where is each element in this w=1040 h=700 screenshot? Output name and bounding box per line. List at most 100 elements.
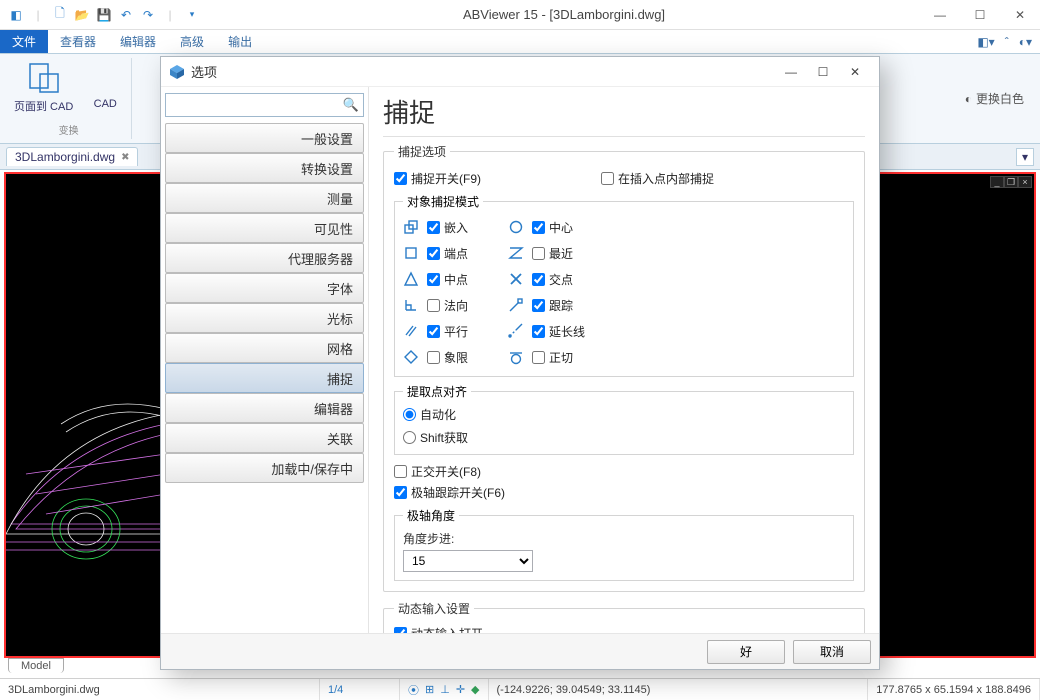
snap-insert-input[interactable] [427,221,440,234]
options-nav-7[interactable]: 网格 [165,333,364,363]
status-tool-dyn-icon[interactable]: ◆ [471,683,479,696]
pick-auto-input[interactable] [403,408,416,421]
options-nav-0[interactable]: 一般设置 [165,123,364,153]
pick-shift-input[interactable] [403,431,416,444]
snap-parallel-checkbox[interactable]: 平行 [427,323,468,340]
snap-intersection-input[interactable] [532,273,545,286]
angle-step-label: 角度步进: [403,530,845,547]
snap-tangent-input[interactable] [532,351,545,364]
document-tab-close-icon[interactable]: ✖ [121,152,129,163]
layout-tab-model[interactable]: Model [8,658,64,673]
snap-extension-checkbox[interactable]: 延长线 [532,323,585,340]
minimize-button[interactable]: — [920,0,960,30]
ok-button[interactable]: 好 [707,640,785,664]
snap-center-checkbox[interactable]: 中心 [532,219,573,236]
dialog-minimize-button[interactable]: — [775,60,807,84]
snap-inside-checkbox[interactable]: 在插入点内部捕捉 [601,170,714,187]
collapse-ribbon-icon[interactable]: ˆ [1005,35,1009,49]
snap-normal-checkbox[interactable]: 法向 [427,297,468,314]
dialog-titlebar: 选项 — ☐ ✕ [161,57,879,87]
snap-nearest-input[interactable] [532,247,545,260]
snap-center-input[interactable] [532,221,545,234]
status-pages[interactable]: 1/4 [320,679,400,700]
app-titlebar: ◧ | 🗋 📂 💾 ↶ ↷ | ▾ ABViewer 15 - [3DLambo… [0,0,1040,30]
dialog-close-button[interactable]: ✕ [839,60,871,84]
snap-quadrant-input[interactable] [427,351,440,364]
save-icon[interactable]: 💾 [94,5,114,25]
dialog-maximize-button[interactable]: ☐ [807,60,839,84]
snap-quadrant-checkbox[interactable]: 象限 [427,349,468,366]
tab-editor[interactable]: 编辑器 [108,30,168,53]
dynamic-input-checkbox[interactable]: 动态输入打开 [394,625,854,633]
dynamic-input-group: 动态输入设置 动态输入打开 标题位置 在左边 [383,600,865,633]
options-nav-5[interactable]: 字体 [165,273,364,303]
snap-midpoint-input[interactable] [427,273,440,286]
snap-parallel-icon [403,323,419,339]
new-file-icon[interactable]: 🗋 [50,5,70,25]
close-button[interactable]: ✕ [1000,0,1040,30]
maximize-button[interactable]: ☐ [960,0,1000,30]
options-search-input[interactable] [170,98,343,112]
options-nav-11[interactable]: 加载中/保存中 [165,453,364,483]
options-nav-8[interactable]: 捕捉 [165,363,364,393]
status-tool-grid-icon[interactable]: ⊞ [425,683,434,696]
snap-tangent-label: 正切 [549,349,573,366]
angle-step-select[interactable]: 15 [403,550,533,572]
appearance-icon[interactable]: ◧▾ [977,35,994,49]
tab-file[interactable]: 文件 [0,30,48,53]
tab-advanced[interactable]: 高级 [168,30,216,53]
status-tool-snap-icon[interactable]: ⦿ [408,682,419,698]
options-nav-6[interactable]: 光标 [165,303,364,333]
viewport-min-icon[interactable]: _ [990,176,1004,188]
snap-nearest-checkbox[interactable]: 最近 [532,245,573,262]
polar-checkbox[interactable]: 极轴跟踪开关(F6) [394,484,854,501]
status-tool-ortho-icon[interactable]: ⊥ [440,683,450,696]
open-file-icon[interactable]: 📂 [72,5,92,25]
options-nav-3[interactable]: 可见性 [165,213,364,243]
tab-viewer[interactable]: 查看器 [48,30,108,53]
options-nav-2[interactable]: 测量 [165,183,364,213]
document-tabs-dropdown[interactable]: ▾ [1016,148,1034,166]
options-nav-9[interactable]: 编辑器 [165,393,364,423]
snap-trace-checkbox[interactable]: 跟踪 [532,297,573,314]
page-to-cad-icon[interactable] [26,60,62,96]
snap-inside-input[interactable] [601,172,614,185]
status-file: 3DLamborgini.dwg [0,679,320,700]
snap-endpoint-checkbox[interactable]: 端点 [427,245,468,262]
status-tool-polar-icon[interactable]: ✛ [456,683,465,696]
swap-color-button[interactable]: ◐ 更换白色 [965,58,1034,139]
redo-icon[interactable]: ↷ [138,5,158,25]
qat-dropdown-icon[interactable]: ▾ [182,5,202,25]
pick-shift-radio[interactable]: Shift获取 [403,429,845,446]
tab-output[interactable]: 输出 [216,30,264,53]
options-nav-10[interactable]: 关联 [165,423,364,453]
pick-auto-radio[interactable]: 自动化 [403,406,845,423]
viewport-max-icon[interactable]: ❐ [1004,176,1018,188]
help-icon[interactable]: ◐▾ [1019,35,1032,49]
options-nav-4[interactable]: 代理服务器 [165,243,364,273]
snap-endpoint-input[interactable] [427,247,440,260]
options-search[interactable]: 🔍 [165,93,364,117]
cancel-button[interactable]: 取消 [793,640,871,664]
document-tab[interactable]: 3DLamborgini.dwg ✖ [6,147,138,166]
snap-switch-input[interactable] [394,172,407,185]
viewport-close-icon[interactable]: × [1018,176,1032,188]
ortho-input[interactable] [394,465,407,478]
options-dialog: 选项 — ☐ ✕ 🔍 一般设置转换设置测量可见性代理服务器字体光标网格捕捉编辑器… [160,56,880,670]
undo-icon[interactable]: ↶ [116,5,136,25]
snap-insert-checkbox[interactable]: 嵌入 [427,219,468,236]
snap-midpoint-checkbox[interactable]: 中点 [427,271,468,288]
snap-tangent-checkbox[interactable]: 正切 [532,349,573,366]
ortho-checkbox[interactable]: 正交开关(F8) [394,463,854,480]
snap-trace-input[interactable] [532,299,545,312]
snap-extension-icon [508,323,524,339]
dialog-main: 捕捉 捕捉选项 捕捉开关(F9) 在插入点内部捕捉 对象捕捉模式 [369,87,879,633]
snap-extension-input[interactable] [532,325,545,338]
snap-normal-input[interactable] [427,299,440,312]
polar-input[interactable] [394,486,407,499]
snap-intersection-checkbox[interactable]: 交点 [532,271,573,288]
snap-parallel-input[interactable] [427,325,440,338]
search-icon[interactable]: 🔍 [343,97,359,113]
options-nav-1[interactable]: 转换设置 [165,153,364,183]
snap-switch-checkbox[interactable]: 捕捉开关(F9) [394,170,481,187]
